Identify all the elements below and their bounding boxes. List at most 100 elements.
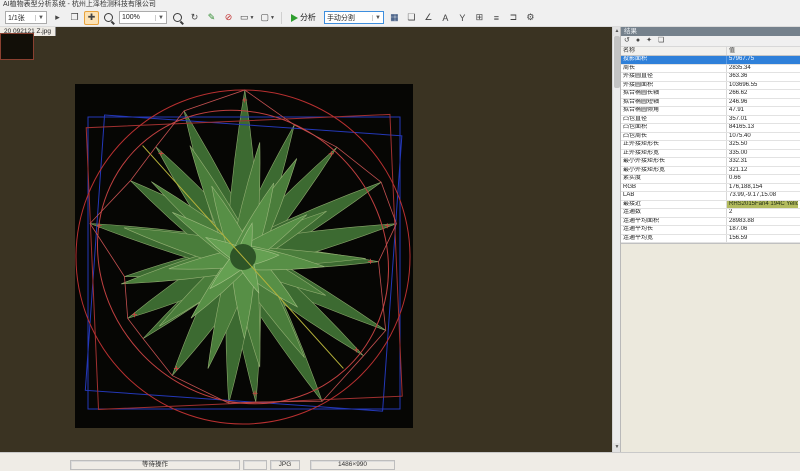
- metric-value: 0.66: [727, 175, 798, 183]
- application-window: AI植物表型分析系统 - 杭州上泽检测科技有限公司 1/1张▼▸❐✚ 100%▼ ↻…: [0, 0, 800, 471]
- table-row[interactable]: 外接圆直径363.36: [621, 73, 800, 82]
- metric-name: 拟合椭圆倾角: [621, 107, 727, 115]
- vertical-scrollbar[interactable]: ▲ ▼: [612, 27, 620, 452]
- table-row[interactable]: 紧实度0.66: [621, 175, 800, 184]
- image-counter-select[interactable]: 1/1张▼: [5, 11, 47, 24]
- metric-name: 最小外接矩形长: [621, 158, 727, 166]
- column-header-value[interactable]: 值: [727, 47, 798, 55]
- column-header-name[interactable]: 名称: [621, 47, 727, 55]
- metric-value: 266.62: [727, 90, 798, 98]
- chevron-down-icon: ▼: [155, 15, 164, 21]
- metric-value: 156.59: [727, 235, 798, 243]
- region-tool-dropdown[interactable]: ▢▼: [258, 11, 276, 25]
- zoom-out-button[interactable]: [101, 11, 116, 25]
- metric-value: 246.96: [727, 99, 798, 107]
- table-row[interactable]: 拟合椭圆倾角47.91: [621, 107, 800, 116]
- chevron-down-icon: ▼: [270, 15, 275, 21]
- table-row[interactable]: 连通数2: [621, 209, 800, 218]
- grid-button[interactable]: ⊞: [472, 11, 487, 25]
- analyze-button[interactable]: 分析: [288, 10, 319, 26]
- metric-name: 连通平均宽: [621, 235, 727, 243]
- chevron-down-icon: ▼: [35, 15, 44, 21]
- table-row[interactable]: 连通平均宽156.59: [621, 235, 800, 244]
- magnifier-icon: [173, 13, 182, 22]
- metric-name: 连通数: [621, 209, 727, 217]
- table-row[interactable]: LAB73.99,-9.17,15.08: [621, 192, 800, 201]
- metric-value: 1075.40: [727, 133, 798, 141]
- status-empty-segment: [243, 460, 267, 470]
- results-toolbar: ↺ ● ✦ ❏: [621, 36, 800, 47]
- segmentation-mode-select[interactable]: 手动分割▼: [324, 11, 384, 24]
- magnifier-icon: [104, 13, 113, 22]
- settings-button[interactable]: ⚙: [523, 11, 538, 25]
- table-row[interactable]: 连通平均面积28983.88: [621, 218, 800, 227]
- zoom-in-button[interactable]: [170, 11, 185, 25]
- shape-tool-dropdown[interactable]: ▭▼: [238, 11, 256, 25]
- table-row[interactable]: 拟合椭圆短轴246.96: [621, 99, 800, 108]
- metric-value: 57967.75: [727, 56, 798, 64]
- refresh-icon[interactable]: ↺: [624, 36, 630, 46]
- metric-name: 周长: [621, 65, 727, 73]
- next-image-button[interactable]: ▸: [50, 11, 65, 25]
- metric-name: 最接近: [621, 201, 727, 209]
- table-row[interactable]: 最小外接矩形宽321.12: [621, 167, 800, 176]
- label-a-button[interactable]: A: [438, 11, 453, 25]
- metric-value: 325.50: [727, 141, 798, 149]
- main-toolbar: 1/1张▼▸❐✚ 100%▼ ↻✎⊘▭▼▢▼ 分析手动分割▼▦❏∠AY⊞≡⊐⚙: [0, 9, 800, 27]
- table-row[interactable]: 拟合椭圆长轴266.62: [621, 90, 800, 99]
- metric-value: 332.31: [727, 158, 798, 166]
- table-row[interactable]: 凸包直径357.01: [621, 116, 800, 125]
- table-row[interactable]: 最接近RHS2015Fan4 194C Yellow: [621, 201, 800, 210]
- analysis-view: [0, 36, 612, 452]
- report-button[interactable]: ❏: [404, 11, 419, 25]
- export-icon[interactable]: ❏: [658, 36, 664, 46]
- edit-button[interactable]: ✎: [204, 11, 219, 25]
- metric-name: RGB: [621, 184, 727, 192]
- table-row[interactable]: 投影面积57967.75: [621, 56, 800, 65]
- table-row[interactable]: RGB176,188,154: [621, 184, 800, 193]
- clear-icon[interactable]: ✦: [646, 36, 652, 46]
- record-icon[interactable]: ●: [636, 36, 640, 46]
- metric-name: 外接圆面积: [621, 82, 727, 90]
- status-bar: 等待操作 JPG 1486×990: [0, 452, 800, 471]
- separator: [281, 12, 282, 24]
- chart-button[interactable]: ∠: [421, 11, 436, 25]
- metric-value: 363.36: [727, 73, 798, 81]
- exit-button[interactable]: ⊐: [506, 11, 521, 25]
- zoom-level-select[interactable]: 100%▼: [119, 11, 167, 24]
- table-row[interactable]: 正外接矩形长325.50: [621, 141, 800, 150]
- window-title: AI植物表型分析系统 - 杭州上泽检测科技有限公司: [0, 0, 800, 9]
- table-row[interactable]: 周长2835.34: [621, 65, 800, 74]
- table-row[interactable]: 最小外接矩形长332.31: [621, 158, 800, 167]
- metric-name: 紧实度: [621, 175, 727, 183]
- table-row[interactable]: 凸包周长1075.40: [621, 133, 800, 142]
- image-canvas[interactable]: [0, 36, 612, 452]
- metric-value: 73.99,-9.17,15.08: [727, 192, 798, 200]
- play-icon: [291, 14, 298, 22]
- copy-image-button[interactable]: ❐: [67, 11, 82, 25]
- table-row[interactable]: 连通平均长187.06: [621, 226, 800, 235]
- save-image-button[interactable]: ▦: [387, 11, 402, 25]
- rotate-button[interactable]: ↻: [187, 11, 202, 25]
- metric-name: 凸包直径: [621, 116, 727, 124]
- metric-name: 最小外接矩形宽: [621, 167, 727, 175]
- table-row[interactable]: 外接圆面积103696.55: [621, 82, 800, 91]
- metric-value: 28983.88: [727, 218, 798, 226]
- table-row[interactable]: 正外接矩形宽335.00: [621, 150, 800, 159]
- metric-value: 2: [727, 209, 798, 217]
- metric-name: 外接圆直径: [621, 73, 727, 81]
- pan-tool-button[interactable]: ✚: [84, 11, 99, 25]
- status-image-resolution: 1486×990: [310, 460, 395, 470]
- label-y-button[interactable]: Y: [455, 11, 470, 25]
- table-row[interactable]: 凸包面积84165.13: [621, 124, 800, 133]
- image-tab-strip: 20 092121 Z.jpg: [0, 27, 612, 36]
- list-button[interactable]: ≡: [489, 11, 504, 25]
- metric-name: 拟合椭圆短轴: [621, 99, 727, 107]
- metric-name: 凸包周长: [621, 133, 727, 141]
- overview-thumbnail[interactable]: [0, 33, 34, 60]
- results-panel: 结果 ↺●✦❏ 名称值投影面积57967.75周长2835.34外接圆直径363…: [620, 27, 800, 452]
- delete-button[interactable]: ⊘: [221, 11, 236, 25]
- metric-name: 正外接矩形宽: [621, 150, 727, 158]
- metric-value: 84165.13: [727, 124, 798, 132]
- metric-value: 176,188,154: [727, 184, 798, 192]
